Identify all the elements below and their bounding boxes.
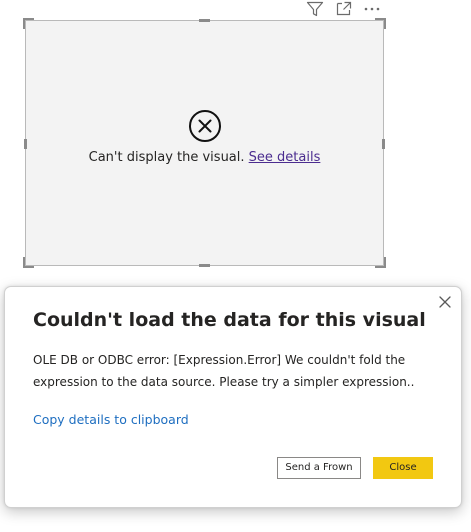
resize-handle-bottom-right[interactable] <box>375 257 386 268</box>
visual-header <box>302 0 392 18</box>
page: Can't display the visual. See details Co… <box>0 0 471 532</box>
more-options-icon[interactable] <box>363 1 381 17</box>
visual-error: Can't display the visual. See details <box>26 109 383 165</box>
resize-handle-top[interactable] <box>199 19 210 22</box>
filter-icon[interactable] <box>306 1 324 17</box>
resize-handle-top-left[interactable] <box>23 18 34 29</box>
resize-handle-bottom-left[interactable] <box>23 257 34 268</box>
see-details-link[interactable]: See details <box>249 150 321 165</box>
visual-container[interactable]: Can't display the visual. See details <box>23 18 386 268</box>
close-button[interactable]: Close <box>373 457 433 479</box>
error-dialog: Couldn't load the data for this visual O… <box>4 286 462 508</box>
dialog-body: OLE DB or ODBC error: [Expression.Error]… <box>33 353 415 389</box>
send-frown-button[interactable]: Send a Frown <box>277 457 361 479</box>
error-line: Can't display the visual. See details <box>26 150 383 165</box>
focus-mode-icon[interactable] <box>335 1 353 17</box>
copy-details-link[interactable]: Copy details to clipboard <box>33 412 189 427</box>
resize-handle-bottom[interactable] <box>199 264 210 267</box>
resize-handle-top-right[interactable] <box>375 18 386 29</box>
close-icon[interactable] <box>438 294 452 308</box>
error-circle-x-icon <box>188 110 221 142</box>
error-message: Can't display the visual. <box>88 150 245 165</box>
dialog-title: Couldn't load the data for this visual <box>33 309 426 331</box>
